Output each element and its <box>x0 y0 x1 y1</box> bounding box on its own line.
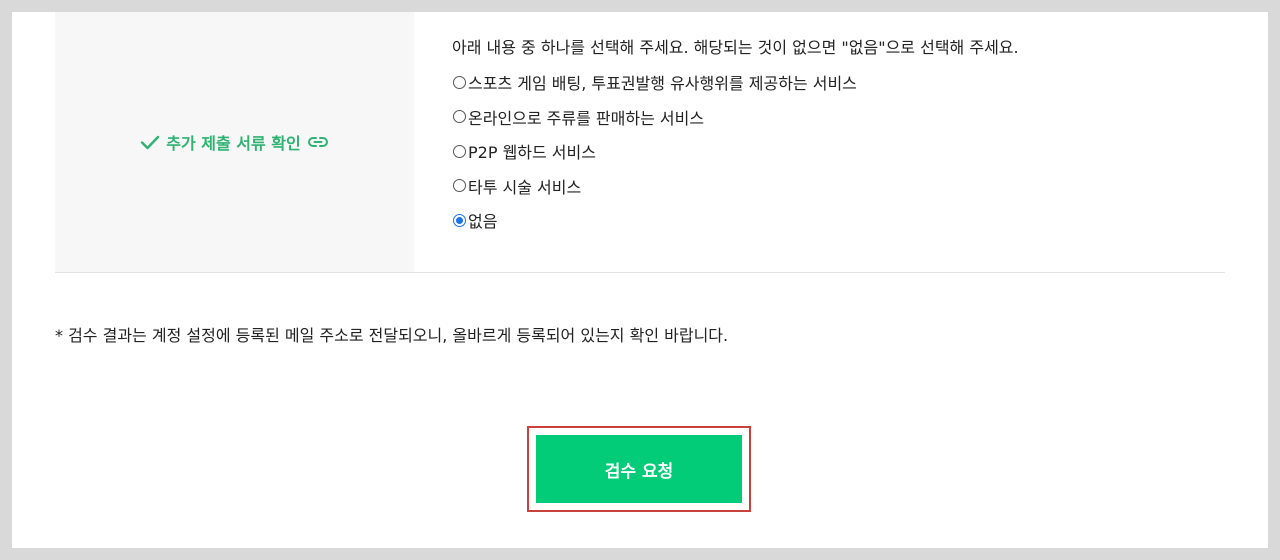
radio-button[interactable] <box>453 144 466 158</box>
email-notice: * 검수 결과는 계정 설정에 등록된 메일 주소로 전달되오니, 올바르게 등… <box>55 326 729 345</box>
option-p2p-webhard[interactable]: P2P 웹하드 서비스 <box>452 141 1212 162</box>
option-tattoo[interactable]: 타투 시술 서비스 <box>452 176 1212 197</box>
question-instruction: 아래 내용 중 하나를 선택해 주세요. 해당되는 것이 없으면 "없음"으로 … <box>452 38 1019 57</box>
option-sports-betting[interactable]: 스포츠 게임 배팅, 투표권발행 유사행위를 제공하는 서비스 <box>452 72 1212 93</box>
option-label: 없음 <box>468 212 498 231</box>
option-online-liquor[interactable]: 온라인으로 주류를 판매하는 서비스 <box>452 107 1212 128</box>
document-check-row: 추가 제출 서류 확인 아래 내용 중 하나를 선택해 주세요. 해당되는 것이… <box>55 12 1225 273</box>
option-label: 스포츠 게임 배팅, 투표권발행 유사행위를 제공하는 서비스 <box>468 74 857 93</box>
check-icon <box>140 134 160 150</box>
option-label: P2P 웹하드 서비스 <box>468 143 596 162</box>
radio-button[interactable] <box>453 110 466 123</box>
question-content: 아래 내용 중 하나를 선택해 주세요. 해당되는 것이 없으면 "없음"으로 … <box>452 38 1212 245</box>
additional-documents-link[interactable]: 추가 제출 서류 확인 <box>140 130 328 154</box>
option-label: 타투 시술 서비스 <box>468 177 582 197</box>
review-request-panel: 추가 제출 서류 확인 아래 내용 중 하나를 선택해 주세요. 해당되는 것이… <box>12 12 1268 548</box>
radio-button[interactable] <box>453 179 466 192</box>
radio-button-selected[interactable] <box>453 213 466 227</box>
option-label: 온라인으로 주류를 판매하는 서비스 <box>468 108 705 128</box>
submit-button-highlight: 검수 요청 <box>527 426 751 512</box>
additional-documents-label: 추가 제출 서류 확인 <box>166 134 301 153</box>
link-icon <box>307 135 329 149</box>
option-none[interactable]: 없음 <box>452 210 1212 231</box>
row-label-cell: 추가 제출 서류 확인 <box>55 12 414 272</box>
review-request-button[interactable]: 검수 요청 <box>536 435 742 503</box>
radio-button[interactable] <box>453 75 466 89</box>
